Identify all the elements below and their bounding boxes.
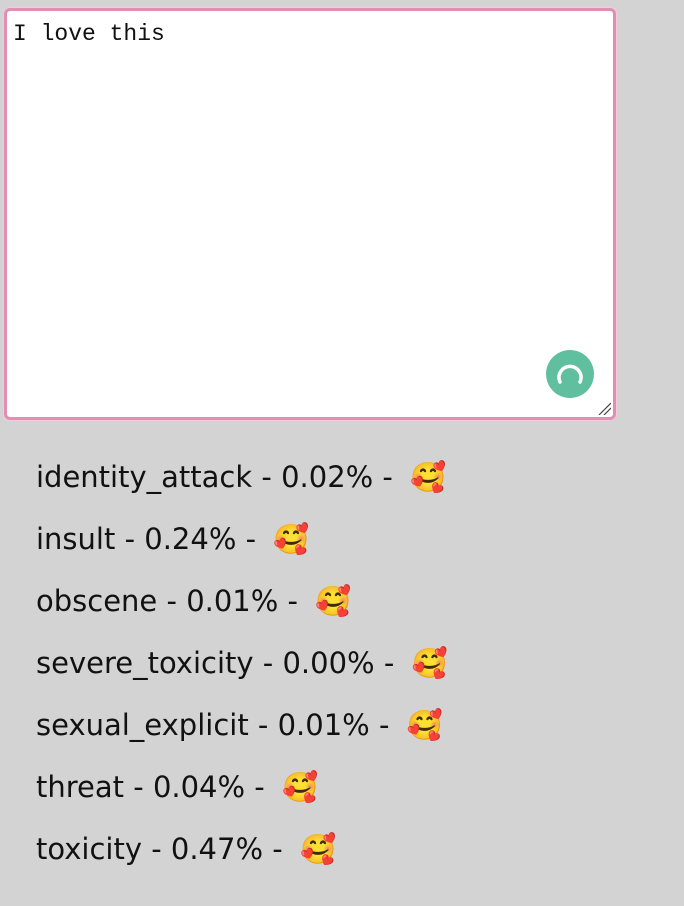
result-separator: -	[115, 522, 145, 556]
result-score: 0.00%	[282, 646, 375, 680]
loading-spinner-icon	[557, 364, 583, 384]
smiling-face-with-hearts-icon: 🥰	[273, 521, 310, 556]
result-separator: -	[253, 646, 283, 680]
smiling-face-with-hearts-icon: 🥰	[299, 831, 337, 866]
result-score: 0.01%	[186, 584, 279, 618]
result-score: 0.24%	[144, 522, 237, 556]
smiling-face-with-hearts-icon: 🥰	[281, 769, 319, 804]
result-row-threat: threat - 0.04% - 🥰	[36, 756, 448, 818]
result-label: obscene	[36, 584, 158, 618]
result-score: 0.04%	[152, 770, 246, 804]
result-label: threat	[36, 770, 125, 804]
result-separator: -	[374, 646, 404, 680]
grammar-status-button[interactable]	[546, 350, 594, 398]
toxicity-results-list: identity_attack - 0.02% - 🥰 insult - 0.2…	[36, 446, 448, 880]
result-label: identity_attack	[36, 460, 253, 494]
result-row-sexual-explicit: sexual_explicit - 0.01% - 🥰	[36, 694, 448, 756]
smiling-face-with-hearts-icon: 🥰	[315, 583, 352, 618]
result-separator: -	[373, 460, 403, 494]
result-separator: -	[248, 708, 278, 742]
result-separator: -	[252, 460, 282, 494]
result-label: severe_toxicity	[36, 646, 254, 680]
result-row-severe-toxicity: severe_toxicity - 0.00% - 🥰	[36, 632, 448, 694]
result-row-insult: insult - 0.24% - 🥰	[36, 508, 448, 570]
result-separator: -	[278, 584, 308, 618]
result-separator: -	[263, 832, 292, 866]
result-separator: -	[157, 584, 187, 618]
result-label: toxicity	[36, 832, 142, 866]
result-label: insult	[36, 522, 116, 556]
result-separator: -	[369, 708, 399, 742]
result-label: sexual_explicit	[36, 708, 249, 742]
smiling-face-with-hearts-icon: 🥰	[406, 707, 443, 742]
smiling-face-with-hearts-icon: 🥰	[410, 459, 447, 494]
result-score: 0.01%	[277, 708, 370, 742]
comment-text-input[interactable]	[7, 11, 613, 417]
result-row-toxicity: toxicity - 0.47% - 🥰	[36, 818, 448, 880]
smiling-face-with-hearts-icon: 🥰	[411, 645, 448, 680]
result-separator: -	[245, 770, 274, 804]
result-separator: -	[141, 832, 171, 866]
text-editor-frame	[4, 8, 616, 420]
result-separator: -	[236, 522, 266, 556]
resize-grip-icon[interactable]	[597, 401, 611, 415]
result-separator: -	[124, 770, 153, 804]
result-row-obscene: obscene - 0.01% - 🥰	[36, 570, 448, 632]
page: identity_attack - 0.02% - 🥰 insult - 0.2…	[0, 0, 684, 906]
result-score: 0.02%	[281, 460, 374, 494]
result-score: 0.47%	[170, 832, 264, 866]
result-row-identity-attack: identity_attack - 0.02% - 🥰	[36, 446, 448, 508]
